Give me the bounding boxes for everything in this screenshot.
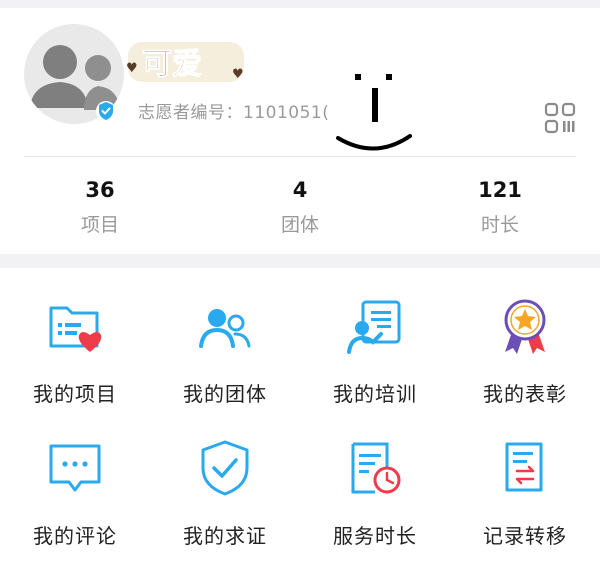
stat-label: 时长 bbox=[480, 214, 519, 236]
menu-item-record-transfer[interactable]: 记录转移 bbox=[450, 438, 600, 549]
svg-text:♥: ♥ bbox=[232, 67, 244, 82]
comment-bubble-icon bbox=[49, 444, 101, 492]
menu-item-my-verification[interactable]: 我的求证 bbox=[150, 438, 300, 549]
menu-item-label: 我的评论 bbox=[33, 524, 117, 548]
menu-grid: 我的项目 我的团体 我的培训 我的表彰 我的评论 我的求证 服务时长 记录转移 bbox=[0, 268, 600, 571]
menu-item-label: 我的培训 bbox=[333, 382, 417, 406]
record-transfer-icon bbox=[505, 442, 543, 492]
training-board-icon bbox=[347, 300, 401, 354]
stat-hours[interactable]: 121 时长 bbox=[400, 176, 600, 237]
menu-item-label: 我的团体 bbox=[183, 382, 267, 406]
menu-item-my-projects[interactable]: 我的项目 bbox=[0, 296, 150, 407]
award-medal-icon bbox=[504, 299, 546, 354]
profile-card: ♥ ♥ 可爱 志愿者编号：1101051( 36 项目 4 团体 121 时长 bbox=[0, 8, 600, 254]
menu-item-my-comments[interactable]: 我的评论 bbox=[0, 438, 150, 549]
divider bbox=[24, 156, 576, 157]
qr-code-icon[interactable] bbox=[544, 102, 576, 134]
stat-label: 团体 bbox=[280, 214, 319, 236]
menu-item-label: 服务时长 bbox=[333, 524, 417, 548]
menu-item-label: 我的表彰 bbox=[483, 382, 567, 406]
menu-item-my-groups[interactable]: 我的团体 bbox=[150, 296, 300, 407]
menu-item-service-hours[interactable]: 服务时长 bbox=[300, 438, 450, 549]
verify-shield-icon bbox=[201, 440, 249, 496]
group-people-icon bbox=[199, 309, 251, 348]
nickname-text: 可爱 bbox=[142, 47, 202, 82]
stat-label: 项目 bbox=[80, 214, 119, 236]
volunteer-id-label: 志愿者编号： bbox=[138, 103, 243, 123]
svg-text:♥: ♥ bbox=[126, 61, 138, 76]
menu-item-my-training[interactable]: 我的培训 bbox=[300, 296, 450, 407]
menu-item-label: 记录转移 bbox=[483, 524, 567, 548]
menu-item-label: 我的求证 bbox=[183, 524, 267, 548]
menu-item-my-awards[interactable]: 我的表彰 bbox=[450, 296, 600, 407]
menu-item-label: 我的项目 bbox=[33, 382, 117, 406]
smiley-face-doodle bbox=[336, 74, 412, 151]
stat-value: 36 bbox=[85, 178, 115, 202]
verified-badge-icon bbox=[96, 101, 116, 121]
project-folder-heart-icon bbox=[49, 306, 102, 352]
stat-projects[interactable]: 36 项目 bbox=[0, 176, 200, 237]
stat-value: 121 bbox=[478, 178, 522, 202]
nickname-sticker: ♥ ♥ 可爱 bbox=[126, 42, 244, 83]
stat-value: 4 bbox=[292, 178, 308, 202]
stat-groups[interactable]: 4 团体 bbox=[200, 176, 400, 237]
service-time-doc-icon bbox=[351, 442, 401, 494]
